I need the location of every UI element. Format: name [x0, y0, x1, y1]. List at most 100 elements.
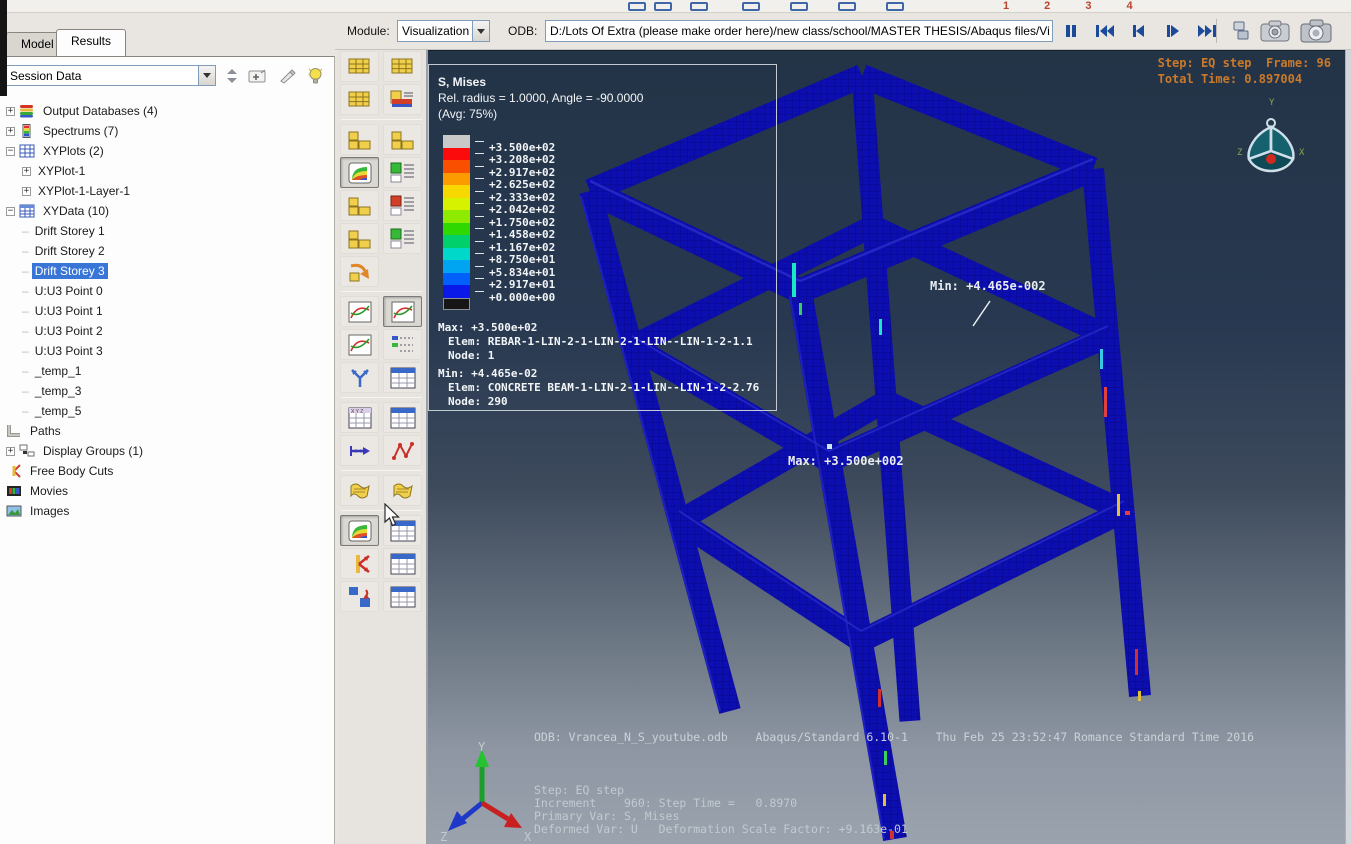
session-dropdown-icon[interactable] — [198, 66, 215, 85]
tree-item-u-u3-point-1[interactable]: – U:U3 Point 1 — [2, 301, 332, 321]
previous-frame-button[interactable] — [1126, 19, 1152, 43]
collapse-icon[interactable]: − — [6, 146, 15, 156]
tree-branch-tick: – — [22, 324, 29, 338]
view-compass[interactable]: Y Z X — [1223, 93, 1319, 189]
xy-data-create-icon[interactable] — [340, 296, 379, 327]
print-capture-button[interactable] — [1260, 19, 1290, 46]
toolbar-separator — [1216, 19, 1217, 43]
tree-item-drift-storey-2[interactable]: – Drift Storey 2 — [2, 241, 332, 261]
legend-swatch — [443, 172, 470, 185]
legend-value: +8.750e+01 — [489, 253, 556, 267]
path-create-icon[interactable] — [340, 435, 379, 466]
contour-window-icon[interactable] — [340, 515, 379, 546]
tip-button[interactable] — [308, 67, 323, 85]
module-dropdown-icon[interactable] — [472, 21, 489, 41]
legend-averaging: (Avg: 75%) — [438, 107, 498, 121]
tree-item-spectrums-7[interactable]: + Spectrums (7) — [2, 121, 332, 141]
plot-state-swap-icon[interactable] — [340, 581, 379, 612]
tree-branch-tick: – — [22, 304, 29, 318]
xy-curves-icon[interactable] — [340, 329, 379, 360]
tree-branch-tick: – — [22, 264, 29, 278]
tree-item-display-groups-1[interactable]: + Display Groups (1) — [2, 441, 332, 461]
module-combobox[interactable]: Visualization — [397, 20, 490, 42]
tree-item-temp-5[interactable]: – _temp_5 — [2, 401, 332, 421]
material-orientation-icon[interactable] — [340, 223, 379, 254]
undeformed-shape-icon[interactable] — [340, 124, 379, 155]
viewport-canvas[interactable]: S, Mises Rel. radius = 1.0000, Angle = -… — [428, 50, 1345, 844]
xy-plot-window-icon[interactable] — [383, 296, 422, 327]
table-window-icon[interactable] — [383, 402, 422, 433]
frame-selector-icon[interactable] — [340, 51, 379, 82]
expand-container-button[interactable] — [248, 67, 268, 85]
tree-item-paths[interactable]: Paths — [2, 421, 332, 441]
spin-arrows-button[interactable] — [226, 67, 238, 85]
snapshot-button[interactable] — [1300, 18, 1332, 47]
tree-branch-tick: – — [22, 224, 29, 238]
pause-button[interactable] — [1058, 19, 1084, 43]
grid-frames-icon[interactable] — [340, 84, 379, 115]
collapse-icon[interactable]: − — [6, 206, 15, 216]
expand-icon[interactable]: + — [6, 126, 15, 136]
viewport-cascade-button[interactable] — [1232, 20, 1250, 45]
tree-item-u-u3-point-0[interactable]: – U:U3 Point 0 — [2, 281, 332, 301]
wavy-stack-icon[interactable] — [383, 475, 422, 506]
tree-item-label: XYPlot-1-Layer-1 — [38, 184, 131, 198]
contour-legend: S, Mises Rel. radius = 1.0000, Angle = -… — [428, 64, 777, 411]
orientation-options-icon[interactable] — [383, 223, 422, 254]
wavy-sheet-icon[interactable] — [340, 475, 379, 506]
tree-item-drift-storey-3[interactable]: – Drift Storey 3 — [2, 261, 332, 281]
legend-value: +2.042e+02 — [489, 203, 556, 217]
session-data-combobox[interactable]: Session Data — [4, 65, 216, 86]
legend-tick — [475, 290, 484, 292]
frame-swap-icon[interactable] — [340, 256, 379, 287]
report-window-icon[interactable] — [383, 548, 422, 579]
tree-item-xyplots-2[interactable]: − XYPlots (2) — [2, 141, 332, 161]
tree-item-images[interactable]: Images — [2, 501, 332, 521]
expand-icon[interactable]: + — [22, 166, 31, 176]
capture-group — [1232, 18, 1332, 47]
zigzag-curve-icon[interactable] — [383, 435, 422, 466]
legend-tick — [475, 190, 484, 192]
tree-item-output-databases-4[interactable]: + Output Databases (4) — [2, 101, 332, 121]
legend-swatch — [443, 160, 470, 173]
tab-results[interactable]: Results — [56, 29, 127, 56]
legend-swatch — [443, 185, 470, 198]
xyz-table-icon[interactable]: X Y Z — [340, 402, 379, 433]
xyplot-icon — [19, 144, 35, 158]
next-frame-button[interactable] — [1160, 19, 1186, 43]
tree-item-xydata-10[interactable]: − XYData (10) — [2, 201, 332, 221]
tree-item-xyplot-1-layer-1[interactable]: + XYPlot-1-Layer-1 — [2, 181, 332, 201]
expand-icon[interactable]: + — [6, 106, 15, 116]
grid-stack-icon[interactable] — [383, 51, 422, 82]
tree-item-temp-1[interactable]: – _temp_1 — [2, 361, 332, 381]
tree-item-xyplot-1[interactable]: + XYPlot-1 — [2, 161, 332, 181]
odb-path-field[interactable]: D:/Lots Of Extra (please make order here… — [545, 20, 1053, 42]
xy-list-icon[interactable] — [383, 329, 422, 360]
tree-item-free-body-cuts[interactable]: Free Body Cuts — [2, 461, 332, 481]
tree-item-movies[interactable]: Movies — [2, 481, 332, 501]
window-options-icon[interactable] — [383, 515, 422, 546]
tree-item-temp-3[interactable]: – _temp_3 — [2, 381, 332, 401]
symbol-options-icon[interactable] — [383, 190, 422, 221]
deformed-shape-icon[interactable] — [383, 124, 422, 155]
tree-item-u-u3-point-3[interactable]: – U:U3 Point 3 — [2, 341, 332, 361]
merge-curves-icon[interactable] — [340, 362, 379, 393]
tree-item-label: _temp_1 — [34, 364, 82, 378]
symbol-plot-icon[interactable] — [340, 190, 379, 221]
expand-icon[interactable]: + — [22, 186, 31, 196]
first-frame-button[interactable] — [1092, 19, 1118, 43]
tree-item-drift-storey-1[interactable]: – Drift Storey 1 — [2, 221, 332, 241]
legend-subtitle: Rel. radius = 1.0000, Angle = -90.0000 — [438, 91, 644, 105]
contour-options-icon[interactable] — [383, 157, 422, 188]
contour-plot-icon[interactable] — [340, 157, 379, 188]
data-table-icon[interactable] — [383, 362, 422, 393]
expand-icon[interactable]: + — [6, 446, 15, 456]
tree-item-u-u3-point-2[interactable]: – U:U3 Point 2 — [2, 321, 332, 341]
legend-tick — [475, 240, 484, 242]
free-body-cut-icon[interactable] — [340, 548, 379, 579]
state-table-icon[interactable] — [383, 581, 422, 612]
legend-value: +2.917e+02 — [489, 165, 556, 179]
compass-z-label: Z — [1237, 148, 1243, 158]
spectrum-list-icon[interactable] — [383, 84, 422, 115]
filter-button[interactable] — [278, 67, 298, 85]
